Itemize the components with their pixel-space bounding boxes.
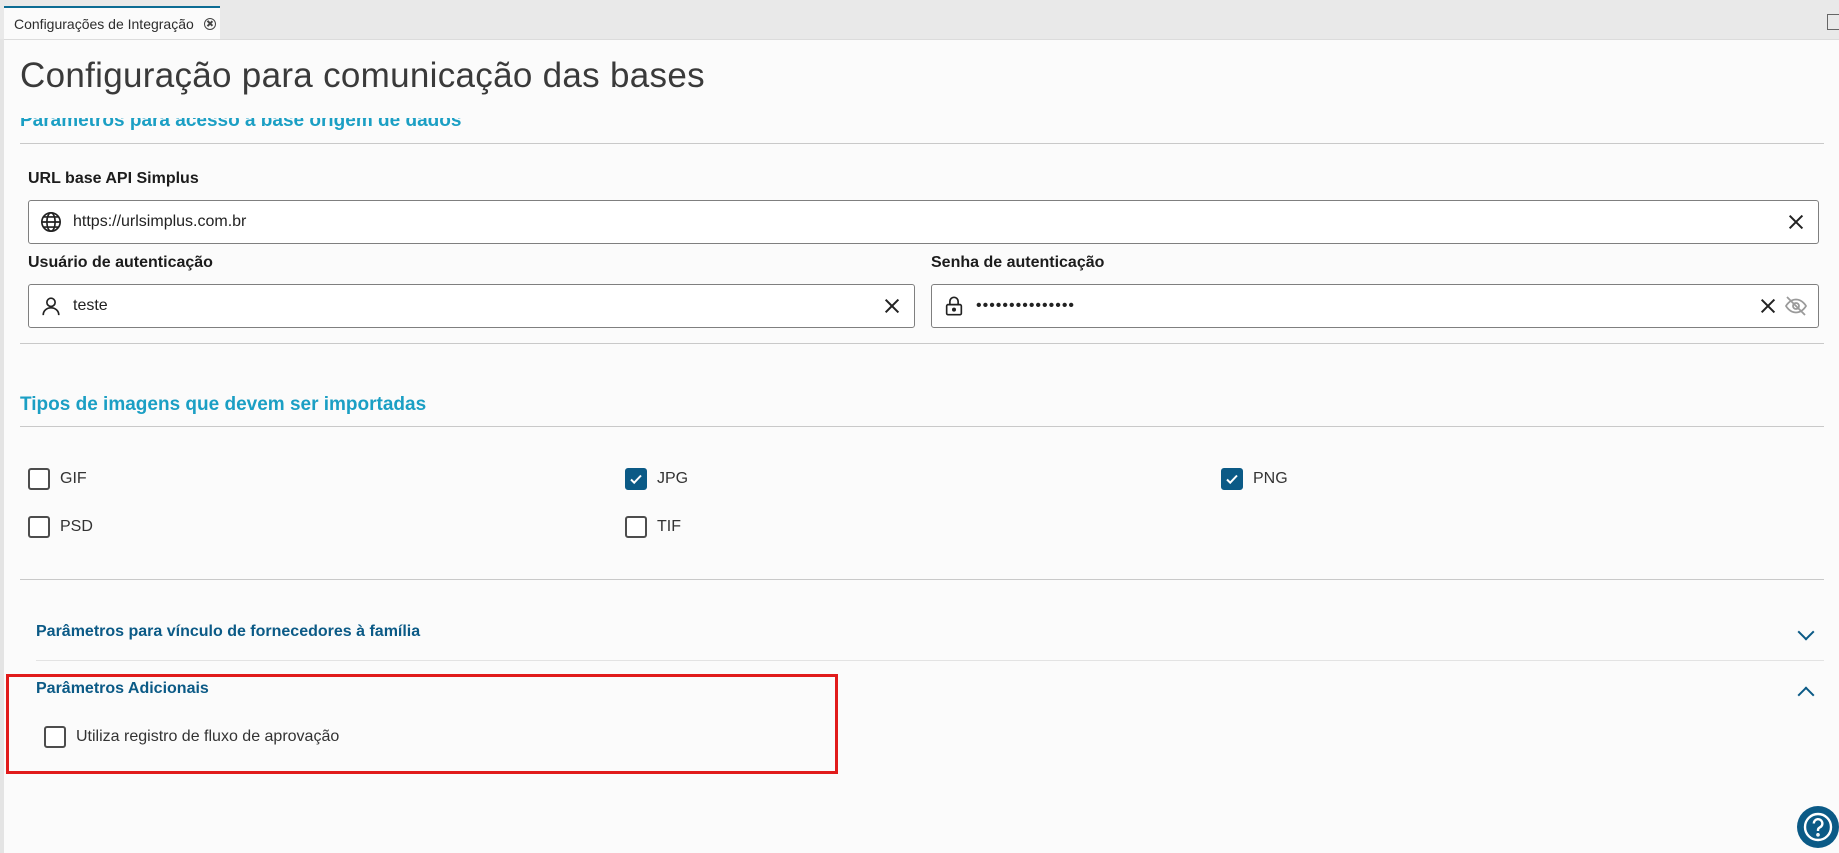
url-value: https://urlsimplus.com.br xyxy=(73,213,247,230)
password-label: Senha de autenticação xyxy=(931,254,1105,271)
user-label: Usuário de autenticação xyxy=(28,254,213,271)
user-value: teste xyxy=(73,297,108,314)
tab-label: Configurações de Integração xyxy=(14,15,194,32)
divider xyxy=(20,426,1824,427)
checkbox-box[interactable] xyxy=(28,468,50,490)
help-icon[interactable] xyxy=(1797,806,1839,848)
divider xyxy=(36,660,1824,661)
url-label: URL base API Simplus xyxy=(28,170,199,187)
password-input[interactable]: ••••••••••••••• xyxy=(931,284,1819,328)
checkbox-label: JPG xyxy=(657,470,689,487)
lock-icon xyxy=(942,294,966,318)
chevron-down-icon[interactable] xyxy=(1797,623,1815,641)
tab-configuracoes-integracao[interactable]: Configurações de Integração xyxy=(4,6,220,39)
url-input[interactable]: https://urlsimplus.com.br xyxy=(28,200,1819,244)
checkbox-psd[interactable]: PSD xyxy=(28,516,93,538)
section-title-images: Tipos de imagens que devem ser importada… xyxy=(20,394,427,415)
accordion-header-suppliers[interactable]: Parâmetros para vínculo de fornecedores … xyxy=(36,623,420,641)
section-title-source: Parâmetros para acesso à base origem de … xyxy=(20,110,462,131)
check-icon xyxy=(1226,474,1238,485)
divider xyxy=(20,579,1824,580)
eye-off-icon[interactable] xyxy=(1784,294,1808,318)
checkbox-tif[interactable]: TIF xyxy=(625,516,681,538)
user-icon xyxy=(39,294,63,318)
divider xyxy=(20,343,1824,344)
checkbox-label: PSD xyxy=(60,518,93,535)
clear-icon[interactable] xyxy=(1760,298,1776,314)
page-title: Configuração para comunicação das bases xyxy=(20,56,705,95)
checkbox-box[interactable] xyxy=(28,516,50,538)
highlight-box xyxy=(6,674,838,774)
clear-icon[interactable] xyxy=(1788,214,1804,230)
checkbox-box[interactable] xyxy=(625,516,647,538)
checkbox-png[interactable]: PNG xyxy=(1221,468,1288,490)
close-tab-icon[interactable] xyxy=(203,17,216,30)
tab-bar: Configurações de Integração xyxy=(0,0,1839,40)
checkbox-box[interactable] xyxy=(1221,468,1243,490)
divider xyxy=(20,143,1824,144)
clear-icon[interactable] xyxy=(884,298,900,314)
checkbox-label: TIF xyxy=(657,518,681,535)
check-icon xyxy=(630,474,642,485)
left-edge xyxy=(0,39,4,853)
password-value: ••••••••••••••• xyxy=(976,297,1076,314)
checkbox-label: PNG xyxy=(1253,470,1288,487)
checkbox-box[interactable] xyxy=(625,468,647,490)
globe-icon xyxy=(39,210,63,234)
checkbox-label: GIF xyxy=(60,470,87,487)
checkbox-jpg[interactable]: JPG xyxy=(625,468,688,490)
user-input[interactable]: teste xyxy=(28,284,915,328)
checkbox-gif[interactable]: GIF xyxy=(28,468,87,490)
chevron-up-icon[interactable] xyxy=(1797,686,1815,704)
window-menu-icon[interactable] xyxy=(1827,14,1839,30)
